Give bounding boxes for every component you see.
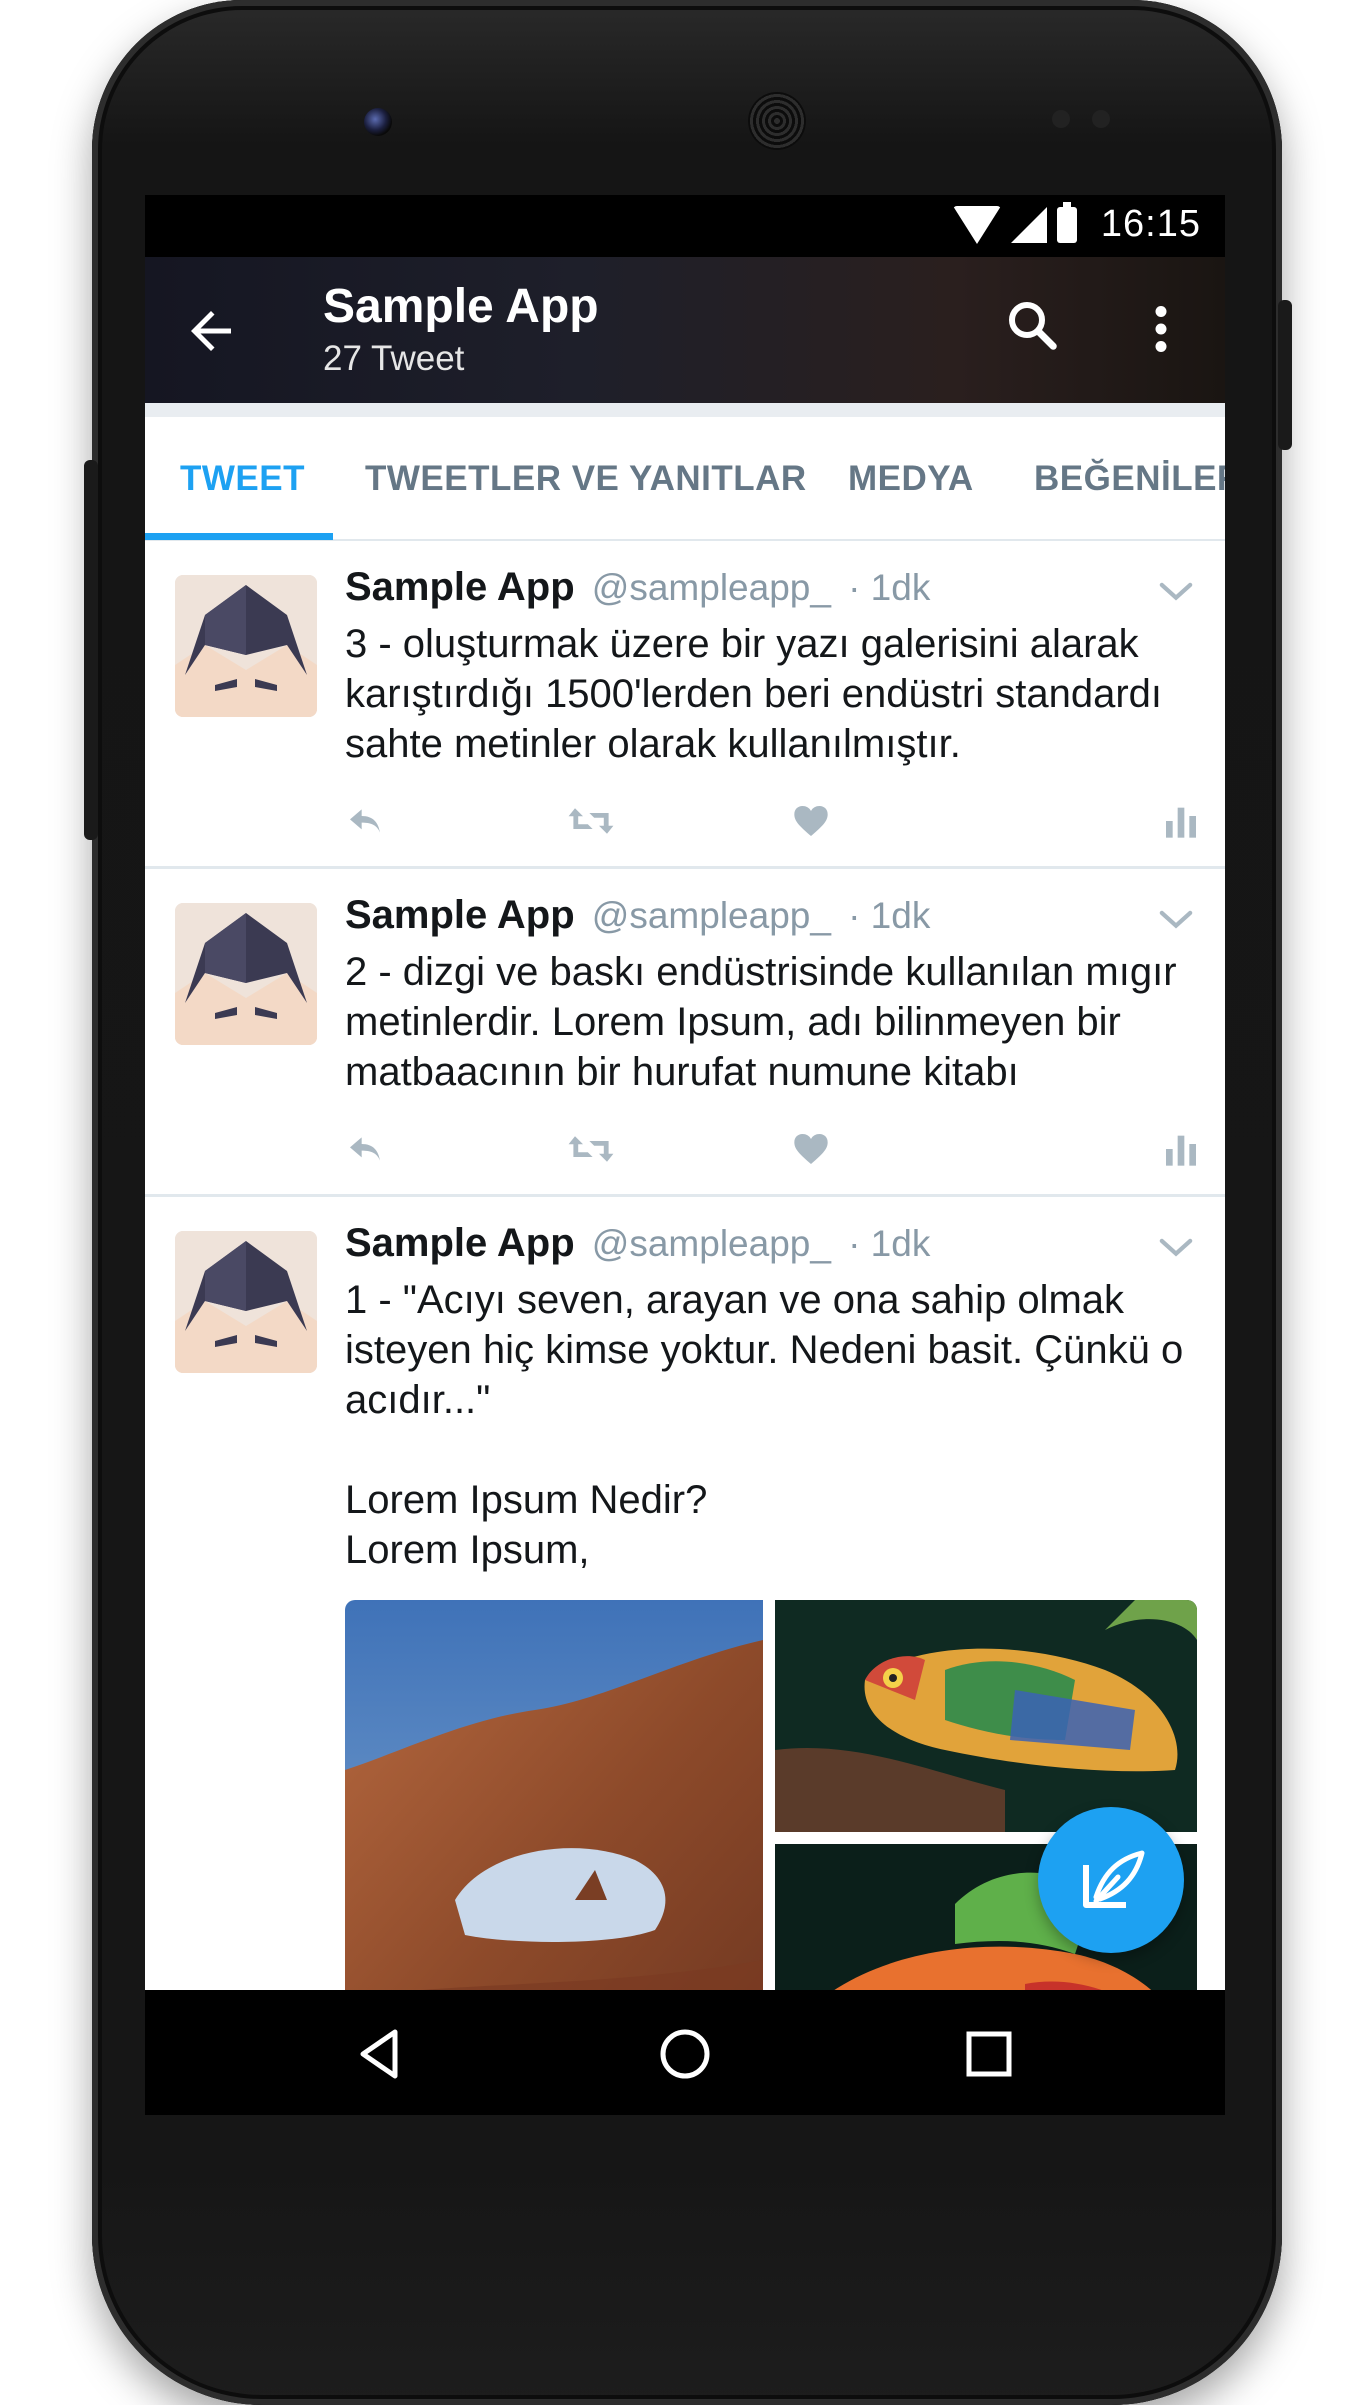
avatar[interactable]: [175, 575, 317, 717]
retweet-icon[interactable]: [567, 801, 615, 841]
front-camera: [364, 108, 392, 136]
signal-icon: [1010, 206, 1047, 243]
light-sensor: [1092, 110, 1110, 128]
tweet-text: 3 - oluşturmak üzere bir yazı galerisini…: [345, 622, 1162, 766]
media-image-chameleon[interactable]: [775, 1600, 1197, 1832]
volume-button: [84, 460, 98, 840]
tweet-header: Sample App @sampleapp_ · 1dk: [345, 893, 930, 938]
wifi-icon: [952, 205, 1001, 244]
heart-icon[interactable]: [791, 801, 831, 841]
avatar[interactable]: [175, 1231, 317, 1373]
analytics-icon[interactable]: [1161, 801, 1201, 841]
author-name[interactable]: Sample App: [345, 1221, 575, 1265]
author-name[interactable]: Sample App: [345, 893, 575, 937]
status-time: 16:15: [1100, 203, 1201, 245]
profile-tabs: TWEET TWEETLER VE YANITLAR MEDYA BEĞENİL…: [145, 417, 1225, 541]
tweet-text: 2 - dizgi ve baskı endüstrisinde kullanı…: [345, 950, 1177, 1094]
page-title: Sample App: [323, 280, 599, 333]
more-vertical-icon[interactable]: [1141, 299, 1181, 359]
reply-icon[interactable]: [345, 1129, 385, 1169]
author-handle[interactable]: @sampleapp_: [592, 895, 831, 936]
nav-back-icon[interactable]: [351, 2026, 407, 2082]
author-name[interactable]: Sample App: [345, 565, 575, 609]
chevron-down-icon[interactable]: [1159, 1237, 1193, 1259]
header-gap: [145, 403, 1225, 417]
proximity-sensor: [1052, 110, 1070, 128]
avatar[interactable]: [175, 903, 317, 1045]
tweet-item[interactable]: Sample App @sampleapp_ · 1dk 3 - oluştur…: [145, 541, 1225, 869]
tweet-time: · 1dk: [848, 895, 931, 936]
tweet-item[interactable]: Sample App @sampleapp_ · 1dk 2 - dizgi v…: [145, 869, 1225, 1197]
reply-icon[interactable]: [345, 801, 385, 841]
tweet-time: · 1dk: [848, 1223, 931, 1264]
earpiece-speaker: [748, 92, 806, 150]
tweet-actions: [345, 1129, 1205, 1169]
system-nav-bar: [145, 1990, 1225, 2115]
active-tab-indicator: [145, 533, 333, 540]
retweet-icon[interactable]: [567, 1129, 615, 1169]
tweet-text: 1 - "Acıyı seven, arayan ve ona sahip ol…: [345, 1278, 1184, 1572]
compose-tweet-icon: [1083, 1850, 1145, 1908]
tab-likes[interactable]: BEĞENİLER: [1034, 459, 1225, 499]
tab-media[interactable]: MEDYA: [848, 459, 974, 499]
tweet-header: Sample App @sampleapp_ · 1dk: [345, 565, 930, 610]
author-handle[interactable]: @sampleapp_: [592, 567, 831, 608]
tweet-time: · 1dk: [848, 567, 931, 608]
nav-recents-icon[interactable]: [961, 2026, 1017, 2082]
tweet-actions: [345, 801, 1205, 841]
power-button: [1278, 300, 1292, 450]
tweet-count: 27 Tweet: [323, 339, 465, 378]
screen: 16:15 Sample App 27 Tweet TWEET TWEETLER…: [145, 195, 1225, 2115]
tweet-header: Sample App @sampleapp_ · 1dk: [345, 1221, 930, 1266]
compose-tweet-button[interactable]: [1038, 1807, 1184, 1953]
chevron-down-icon[interactable]: [1159, 909, 1193, 931]
nav-home-icon[interactable]: [657, 2026, 713, 2082]
arrow-left-icon[interactable]: [181, 301, 241, 361]
analytics-icon[interactable]: [1161, 1129, 1201, 1169]
heart-icon[interactable]: [791, 1129, 831, 1169]
chevron-down-icon[interactable]: [1159, 581, 1193, 603]
app-bar: Sample App 27 Tweet: [145, 257, 1225, 403]
battery-icon: [1056, 201, 1077, 243]
search-icon[interactable]: [1002, 295, 1062, 355]
author-handle[interactable]: @sampleapp_: [592, 1223, 831, 1264]
tab-tweets-and-replies[interactable]: TWEETLER VE YANITLAR: [365, 459, 807, 499]
tab-tweet[interactable]: TWEET: [180, 459, 305, 499]
status-bar: 16:15: [145, 195, 1225, 257]
